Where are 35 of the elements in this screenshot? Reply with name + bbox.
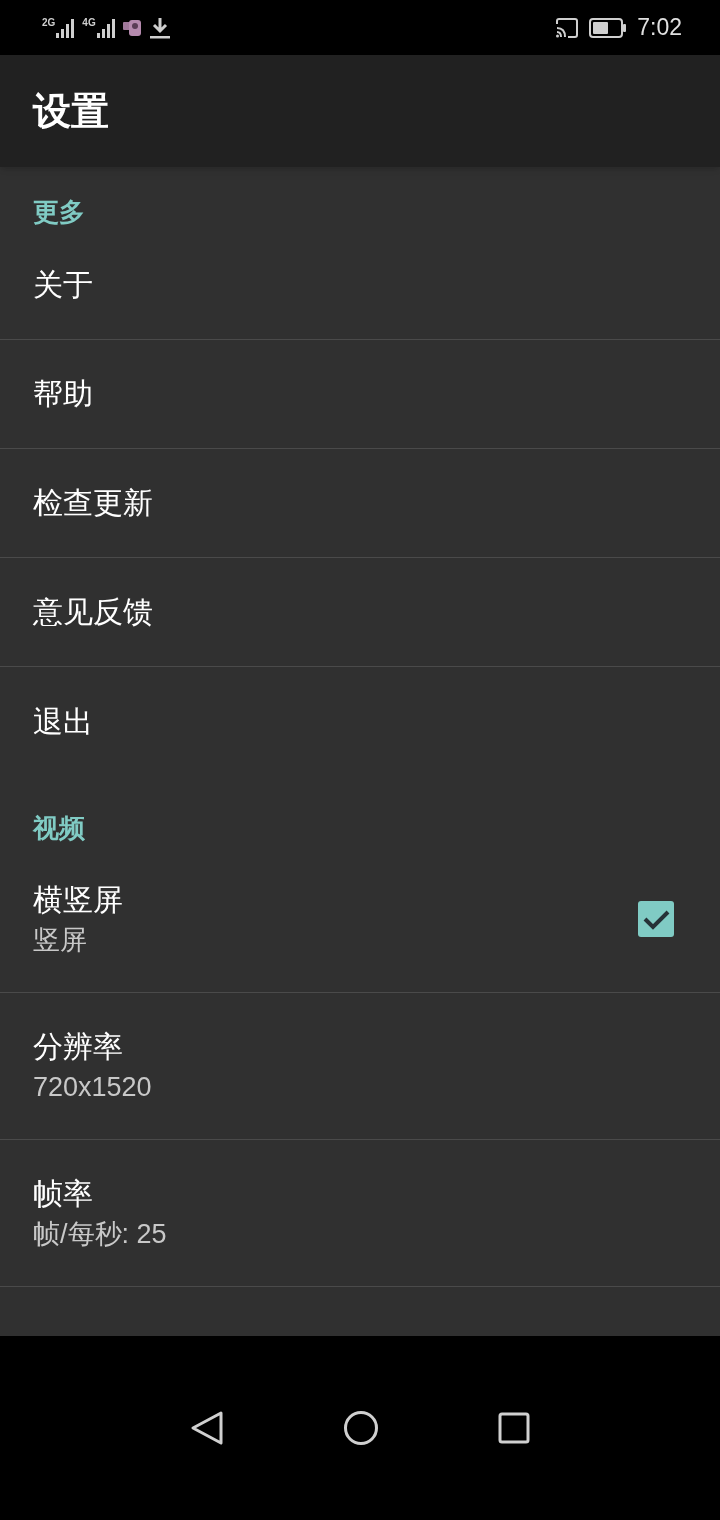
settings-item[interactable]: 分辨率 720x1520: [0, 993, 720, 1140]
recents-icon[interactable]: [498, 1412, 531, 1444]
item-summary: 帧/每秒: 25: [33, 1218, 168, 1251]
signal-icon: [56, 17, 77, 38]
item-title: 横竖屏: [33, 882, 124, 918]
settings-item[interactable]: 帮助: [0, 340, 720, 449]
settings-item[interactable]: 横竖屏 竖屏: [0, 846, 720, 993]
network-type-label: 2G: [42, 17, 56, 28]
item-title: 退出: [33, 703, 94, 740]
item-title: 关于: [33, 267, 94, 303]
item-title: 帮助: [33, 376, 94, 412]
app-bar-title: 设置: [33, 88, 109, 134]
settings-item[interactable]: 检查更新: [0, 449, 720, 558]
item-summary: 竖屏: [33, 924, 88, 957]
settings-item[interactable]: 帧率 帧/每秒: 25: [0, 1140, 720, 1287]
item-title: 分辨率: [33, 1029, 124, 1065]
settings-item[interactable]: 退出: [0, 667, 720, 776]
home-icon[interactable]: [343, 1410, 379, 1446]
settings-item[interactable]: 关于: [0, 231, 720, 340]
settings-item[interactable]: 意见反馈: [0, 558, 720, 667]
item-title: 帧率: [33, 1176, 94, 1212]
cast-icon: [555, 17, 580, 38]
download-icon: [148, 16, 171, 39]
section-header: 更多: [33, 197, 85, 227]
signal-icon: [96, 17, 117, 38]
item-title: 检查更新: [33, 485, 154, 521]
back-icon[interactable]: [189, 1410, 224, 1446]
camera-icon: [122, 17, 141, 38]
network-type-label: 4G: [82, 17, 96, 28]
battery-icon: [589, 17, 628, 38]
section-header: 视频: [33, 813, 85, 843]
item-summary: 720x1520: [33, 1071, 153, 1104]
checkbox[interactable]: [638, 901, 674, 937]
clock: 7:02: [637, 13, 682, 43]
item-title: 意见反馈: [33, 594, 154, 630]
